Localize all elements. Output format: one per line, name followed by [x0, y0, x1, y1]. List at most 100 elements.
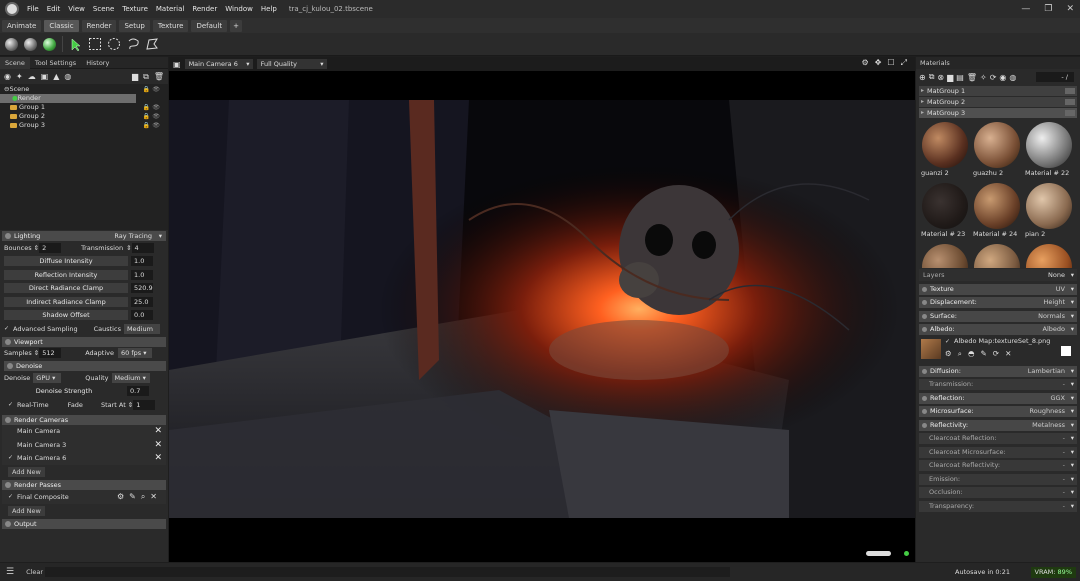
quality-mode-dropdown[interactable]: Full Quality ▾	[256, 59, 327, 69]
texture-section[interactable]: Texture UV ▾	[919, 283, 1077, 295]
tag-icon[interactable]: ◉	[999, 73, 1006, 82]
material-property-row[interactable]: Occlusion: - ▾	[919, 487, 1077, 498]
material-group[interactable]: MatGroup 1	[919, 86, 1077, 96]
clear-button[interactable]: Clear	[26, 568, 43, 576]
advanced-sampling-checkbox[interactable]: ✓	[4, 325, 10, 332]
tab-classic[interactable]: Classic	[44, 19, 79, 32]
search-icon[interactable]: ⌕	[141, 492, 150, 501]
surface-section[interactable]: Surface: Normals ▾	[919, 310, 1077, 322]
remove-icon[interactable]: ✕	[154, 426, 162, 436]
diffuse-intensity-slider[interactable]: Diffuse Intensity	[4, 256, 128, 267]
select-arrow-icon[interactable]	[68, 36, 84, 52]
albedo-section[interactable]: Albedo: Albedo ▾	[919, 324, 1077, 335]
menu-material[interactable]: Material	[152, 0, 188, 18]
render-passes-section-header[interactable]: Render Passes	[2, 480, 166, 490]
search-icon[interactable]: ⌕	[958, 349, 962, 359]
material-group[interactable]: MatGroup 2	[919, 97, 1077, 107]
transmission-field[interactable]: 4	[131, 242, 154, 253]
pencil-icon[interactable]: ✎	[980, 349, 986, 359]
tree-item-render[interactable]: ● Render	[0, 94, 136, 103]
sky-icon[interactable]: ☁	[28, 72, 36, 81]
material-group[interactable]: MatGroup 3	[919, 108, 1077, 118]
menu-file[interactable]: File	[23, 0, 43, 18]
remove-icon[interactable]: ✕	[154, 440, 162, 450]
material-property-row[interactable]: Reflection: GGX ▾	[919, 392, 1077, 404]
material-property-row[interactable]: Clearcoat Reflection: - ▾	[919, 433, 1077, 444]
tab-default[interactable]: Default	[191, 19, 228, 32]
camera-row-main-camera[interactable]: Main Camera ✕	[2, 424, 166, 438]
tab-texture[interactable]: Texture	[152, 19, 189, 32]
duplicate-icon[interactable]: ⧉	[143, 72, 149, 82]
folder-icon[interactable]: ▆	[947, 73, 953, 82]
duplicate-material-icon[interactable]: ⧉	[929, 72, 935, 82]
hamburger-menu-icon[interactable]: ☰	[6, 567, 14, 577]
lighting-mode-dropdown[interactable]: Ray Tracing	[114, 231, 152, 241]
render-pass-row[interactable]: ✓ Final Composite ⚙✎⌕✕	[2, 490, 166, 504]
remove-icon[interactable]: ✕	[150, 492, 162, 501]
indirect-radiance-clamp-value[interactable]: 25.0	[131, 296, 153, 307]
camera-checkbox[interactable]	[8, 428, 14, 434]
fade-checkbox[interactable]	[59, 402, 65, 408]
output-section-header[interactable]: Output	[2, 518, 166, 529]
bounces-field[interactable]: 2	[39, 242, 62, 253]
render-sphere-icon[interactable]	[41, 36, 57, 52]
render-cameras-section-header[interactable]: Render Cameras	[2, 414, 166, 425]
albedo-map-checkbox[interactable]: ✓	[945, 339, 951, 345]
albedo-texture-thumbnail[interactable]	[921, 339, 941, 359]
add-tab-button[interactable]: +	[230, 19, 243, 32]
camera-row-main-camera-6[interactable]: ✓ Main Camera 6 ✕	[2, 451, 166, 465]
gear-icon[interactable]: ⚙	[862, 58, 869, 68]
rect-select-icon[interactable]	[87, 36, 103, 52]
camera-checkbox[interactable]	[8, 442, 14, 448]
shadow-offset-slider[interactable]: Shadow Offset	[4, 310, 128, 321]
material-thumbnail[interactable]	[1024, 243, 1073, 268]
viewport-icon[interactable]: ▣	[173, 60, 181, 69]
material-property-row[interactable]: Transparency: - ▾	[919, 500, 1077, 512]
tab-scene[interactable]: Scene	[0, 56, 30, 69]
tab-render[interactable]: Render	[81, 19, 117, 32]
add-material-icon[interactable]: ⊕	[919, 73, 926, 82]
frame-icon[interactable]: ☐	[887, 58, 894, 68]
displacement-section[interactable]: Displacement: Height ▾	[919, 297, 1077, 308]
camera-dropdown[interactable]: Main Camera 6 ▾	[184, 59, 253, 69]
pick-icon[interactable]: ✧	[980, 73, 987, 82]
albedo-color-swatch[interactable]	[1061, 346, 1071, 356]
lock-icon[interactable]: 🔒	[143, 85, 150, 94]
remove-icon[interactable]: ✕	[154, 453, 162, 463]
mesh-icon[interactable]: ▣	[41, 72, 49, 81]
lit-sphere-icon[interactable]	[22, 36, 38, 52]
menu-edit[interactable]: Edit	[43, 0, 65, 18]
tree-item-group-3[interactable]: Group 3 🔒 👁	[0, 121, 168, 130]
tree-item-scene[interactable]: ⊖ Scene 🔒 👁	[0, 85, 168, 94]
adaptive-dropdown[interactable]: 60 fps ▾	[118, 348, 152, 359]
material-property-row[interactable]: Diffusion: Lambertian ▾	[919, 365, 1077, 377]
material-thumbnail[interactable]: guanzi 2	[920, 121, 969, 180]
gear-icon[interactable]: ⚙	[945, 349, 952, 359]
tree-item-group-2[interactable]: Group 2 🔒 👁	[0, 112, 168, 121]
camera-add-icon[interactable]: ◉	[4, 72, 11, 81]
menu-help[interactable]: Help	[257, 0, 281, 18]
material-thumbnail[interactable]: Material # 23	[920, 182, 969, 241]
refresh-icon[interactable]: ⟳	[993, 349, 999, 359]
tree-item-group-1[interactable]: Group 1 🔒 👁	[0, 103, 168, 112]
viewport-section-header[interactable]: Viewport	[2, 336, 166, 347]
material-property-row[interactable]: Clearcoat Microsurface: - ▾	[919, 446, 1077, 458]
camera-checkbox[interactable]: ✓	[8, 455, 14, 461]
denoise-dropdown[interactable]: GPU ▾	[33, 372, 62, 383]
folder-icon[interactable]: ▆	[132, 72, 138, 82]
filter-icon[interactable]: ◍	[1009, 73, 1016, 82]
reflection-intensity-slider[interactable]: Reflection Intensity	[4, 269, 128, 280]
denoise-strength-slider[interactable]: Denoise Strength	[4, 386, 124, 396]
menu-texture[interactable]: Texture	[118, 0, 152, 18]
circle-select-icon[interactable]	[106, 36, 122, 52]
menu-view[interactable]: View	[64, 0, 89, 18]
delete-icon[interactable]: 🗑	[967, 73, 977, 82]
material-pager[interactable]: - /	[1036, 72, 1074, 82]
maximize-icon[interactable]: ❐	[1044, 4, 1052, 14]
start-at-field[interactable]: 1	[133, 399, 156, 410]
menu-scene[interactable]: Scene	[89, 0, 118, 18]
group-icon[interactable]: ▲	[53, 72, 59, 81]
tab-animate[interactable]: Animate	[2, 19, 42, 32]
tab-history[interactable]: History	[81, 57, 114, 69]
viewport[interactable]: ▣ Main Camera 6 ▾ Full Quality ▾ ⚙ ✥ ☐ ⤢	[169, 57, 915, 562]
